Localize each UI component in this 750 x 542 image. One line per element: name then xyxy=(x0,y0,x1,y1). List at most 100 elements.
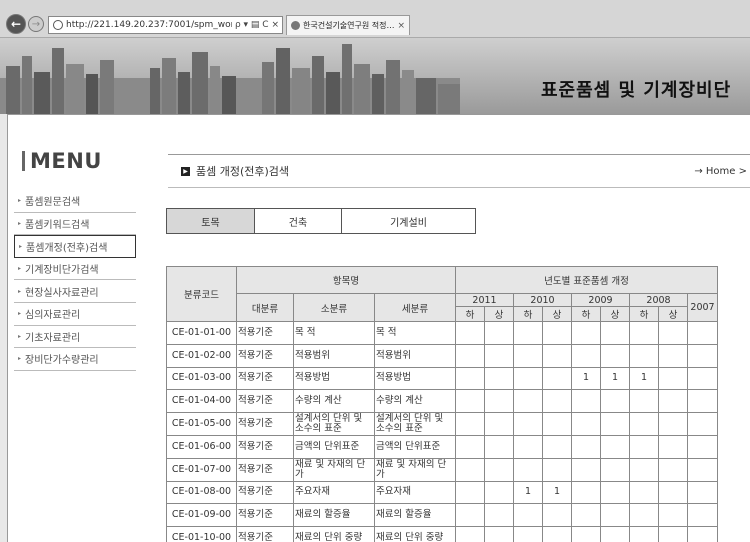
revision-mark-cell xyxy=(687,526,718,542)
page-title-bar: ▶ 품셈 개정(전후)검색 → Home > xyxy=(168,154,750,188)
sidebar-item-base-data[interactable]: ▸ 기초자료관리 xyxy=(14,326,136,349)
revision-mark-cell xyxy=(687,389,718,414)
row-major: 적용기준 xyxy=(236,412,294,436)
col-header-half: 상 xyxy=(484,306,514,322)
revision-mark-cell xyxy=(455,503,485,528)
revision-mark-cell xyxy=(629,343,659,368)
table-row[interactable]: CE-01-04-00 적용기준 수량의 계산 수량의 계산 xyxy=(166,389,718,414)
row-code: CE-01-04-00 xyxy=(166,389,237,414)
revision-mark-cell xyxy=(687,503,718,528)
row-major: 적용기준 xyxy=(236,480,294,505)
breadcrumb[interactable]: → Home > xyxy=(694,166,747,177)
table-row[interactable]: CE-01-06-00 적용기준 금액의 단위표준 금액의 단위표준 xyxy=(166,434,718,459)
col-header-half: 하 xyxy=(629,306,659,322)
menu-heading-text: MENU xyxy=(30,149,102,173)
page-title: 품셈 개정(전후)검색 xyxy=(196,165,290,178)
menu-heading-bar xyxy=(22,151,25,171)
table-row[interactable]: CE-01-09-00 적용기준 재료의 할증율 재료의 할증율 xyxy=(166,503,718,528)
revision-mark-cell xyxy=(571,503,601,528)
revision-mark-cell xyxy=(629,389,659,414)
revision-mark-cell xyxy=(600,321,630,345)
table-row[interactable]: CE-01-05-00 적용기준 설계서의 단위 및 소수의 표준 설계서의 단위 및… xyxy=(166,412,718,436)
col-header-half: 하 xyxy=(571,306,601,322)
sidebar-item-keyword-search[interactable]: ▸ 품셈키워드검색 xyxy=(14,213,136,236)
row-code: CE-01-01-00 xyxy=(166,321,237,345)
revision-mark-cell xyxy=(571,412,601,436)
address-bar[interactable]: http://221.149.20.237:7001/spm_work_inde… xyxy=(48,16,283,34)
revision-mark-cell xyxy=(484,480,514,505)
tab-close-icon[interactable]: × xyxy=(397,21,409,31)
revision-mark-cell xyxy=(658,526,688,542)
row-detail: 재료의 단위 중량 xyxy=(374,526,456,542)
revision-mark-cell xyxy=(513,412,543,436)
revision-mark-cell xyxy=(658,321,688,345)
address-controls[interactable]: ρ ▾ ▤ C × xyxy=(235,20,282,30)
back-arrow-icon[interactable]: ← xyxy=(6,14,26,34)
sidebar-item-field-survey[interactable]: ▸ 현장실사자료관리 xyxy=(14,280,136,303)
revision-mark-cell xyxy=(571,526,601,542)
browser-tab[interactable]: 한국건설기술연구원 적정… × xyxy=(286,15,410,35)
col-header-half: 하 xyxy=(513,306,543,322)
row-major: 적용기준 xyxy=(236,343,294,368)
row-detail: 재료 및 자재의 단가 xyxy=(374,457,456,482)
sidebar-item-revision-search[interactable]: ▸ 품셈개정(전후)검색 xyxy=(14,235,136,258)
revision-mark-cell xyxy=(600,434,630,459)
sidebar-item-equipment-quantity[interactable]: ▸ 장비단가수량관리 xyxy=(14,348,136,371)
row-detail: 주요자재 xyxy=(374,480,456,505)
title-square-icon: ▶ xyxy=(181,166,190,176)
tab-title: 한국건설기술연구원 적정… xyxy=(303,21,395,30)
table-row[interactable]: CE-01-08-00 적용기준 주요자재 주요자재 1 1 xyxy=(166,480,718,505)
tab-architecture[interactable]: 건축 xyxy=(255,209,342,233)
col-header-year: 2007 xyxy=(687,293,718,322)
sidebar-item-text-search[interactable]: ▸ 품셈원문검색 xyxy=(14,190,136,213)
row-major: 적용기준 xyxy=(236,366,294,391)
revision-mark-cell xyxy=(513,389,543,414)
bullet-arrow-icon: ▸ xyxy=(18,355,22,363)
row-detail: 설계서의 단위 및 소수의 표준 xyxy=(374,412,456,436)
category-tabs: 토목 건축 기계설비 xyxy=(166,208,476,234)
revision-mark-cell xyxy=(455,480,485,505)
revision-mark-cell xyxy=(687,480,718,505)
forward-arrow-icon[interactable]: → xyxy=(28,16,44,32)
row-major: 적용기준 xyxy=(236,457,294,482)
sidebar-item-label: 심의자료관리 xyxy=(25,310,81,322)
table-row[interactable]: CE-01-03-00 적용기준 적용방법 적용방법 1 1 1 xyxy=(166,366,718,391)
revision-mark-cell xyxy=(455,321,485,345)
table-row[interactable]: CE-01-01-00 적용기준 목 적목 적 xyxy=(166,321,718,345)
revision-mark-cell xyxy=(542,343,572,368)
tab-mechanical[interactable]: 기계설비 xyxy=(342,209,475,233)
row-major: 적용기준 xyxy=(236,503,294,528)
revision-mark-cell xyxy=(600,526,630,542)
bullet-arrow-icon: ▸ xyxy=(18,219,22,227)
revision-mark-cell xyxy=(600,457,630,482)
tab-civil[interactable]: 토목 xyxy=(167,209,255,233)
row-code: CE-01-09-00 xyxy=(166,503,237,528)
revision-mark-cell xyxy=(542,389,572,414)
sidebar-item-review-data[interactable]: ▸ 심의자료관리 xyxy=(14,303,136,326)
revision-mark-cell xyxy=(455,389,485,414)
address-url[interactable]: http://221.149.20.237:7001/spm_work_inde… xyxy=(66,20,232,30)
table-row[interactable]: CE-01-10-00 적용기준 재료의 단위 중량 재료의 단위 중량 xyxy=(166,526,718,542)
revision-mark-cell xyxy=(542,457,572,482)
revision-mark-cell xyxy=(542,526,572,542)
revision-mark-cell xyxy=(687,343,718,368)
table-row[interactable]: CE-01-07-00 적용기준 재료 및 자재의 단가 재료 및 자재의 단가 xyxy=(166,457,718,482)
revision-mark-cell xyxy=(600,412,630,436)
row-code: CE-01-08-00 xyxy=(166,480,237,505)
revision-table: 분류코드 항목명 년도별 표준품셈 개정 대분류 소분류 세분류 2011 20… xyxy=(166,266,718,542)
revision-mark-cell xyxy=(629,457,659,482)
revision-mark-cell xyxy=(658,480,688,505)
row-code: CE-01-02-00 xyxy=(166,343,237,368)
sidebar-item-label: 현장실사자료관리 xyxy=(25,287,99,299)
row-minor: 적용범위 xyxy=(293,343,375,368)
row-minor: 재료의 단위 중량 xyxy=(293,526,375,542)
col-header-minor: 소분류 xyxy=(293,293,375,322)
bullet-arrow-icon: ▸ xyxy=(18,197,22,205)
sidebar-item-equipment-price[interactable]: ▸ 기계장비단가검색 xyxy=(14,258,136,281)
row-detail: 재료의 할증율 xyxy=(374,503,456,528)
revision-mark-cell xyxy=(484,321,514,345)
sidebar-item-label: 품셈개정(전후)검색 xyxy=(26,242,108,254)
row-detail: 금액의 단위표준 xyxy=(374,434,456,459)
row-major: 적용기준 xyxy=(236,321,294,345)
table-row[interactable]: CE-01-02-00 적용기준 적용범위 적용범위 xyxy=(166,343,718,368)
